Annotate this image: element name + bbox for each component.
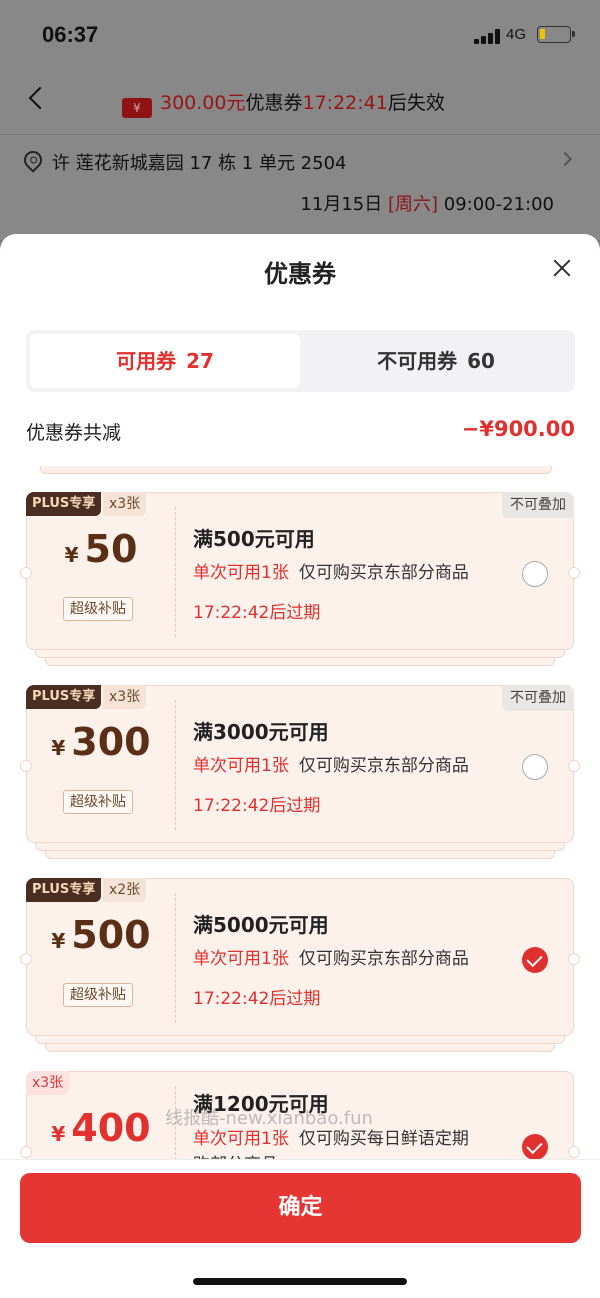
- coupon-amount: ¥300: [51, 720, 151, 764]
- coupon-select-radio-checked[interactable]: [522, 1134, 548, 1160]
- coupon-list[interactable]: PLUS专享 x3张 不可叠加 ¥50 超级补贴 满500元可用 单次可用1张仅…: [0, 466, 600, 1166]
- coupon-amount: ¥400: [51, 1106, 151, 1150]
- coupon-amount: ¥500: [51, 913, 151, 957]
- super-subsidy-tag: 超级补贴: [63, 597, 133, 621]
- address-row[interactable]: 许 莲花新城嘉园 17 栋 1 单元 2504: [0, 134, 600, 184]
- discount-total-row: 优惠券共减 −¥900.00: [26, 417, 575, 448]
- coupon-card[interactable]: PLUS专享 x3张 不可叠加 ¥300 超级补贴 满3000元可用 单次可用1…: [20, 685, 580, 859]
- coupon-card[interactable]: PLUS专享 x2张 ¥500 超级补贴 满5000元可用 单次可用1张 仅可购买…: [20, 878, 580, 1052]
- battery-icon: [537, 26, 575, 43]
- coupon-select-radio[interactable]: [522, 561, 548, 587]
- watermark-text: 线报酷-new.xianbao.fun: [165, 1108, 373, 1129]
- coupon-usage-rule: 单次可用1张 仅可购买京东部分商品: [193, 756, 469, 776]
- coupon-expiry: 17:22:42后过期: [193, 796, 321, 816]
- sheet-title: 优惠券: [264, 260, 336, 288]
- previous-coupon-edge: [40, 466, 552, 474]
- coupon-count-badge: x3张: [103, 685, 147, 709]
- coupon-threshold: 满5000元可用: [193, 913, 329, 937]
- close-icon[interactable]: [548, 254, 576, 282]
- coupon-threshold: 满500元可用: [193, 527, 315, 551]
- background-page: 06:37 4G ¥300.00元优惠券17:22:41后失效 许 莲花新城嘉园…: [0, 0, 600, 240]
- coupon-usage-rule: 单次可用1张 仅可购买京东部分商品: [193, 563, 469, 583]
- non-stackable-badge: 不可叠加: [502, 492, 574, 518]
- coupon-expiry-banner: ¥300.00元优惠券17:22:41后失效: [122, 88, 445, 118]
- non-stackable-badge: 不可叠加: [502, 685, 574, 711]
- coupon-sheet: 优惠券 可用券 27 不可用券 60 优惠券共减 −¥900.00 PLUS专享 x…: [0, 234, 600, 1298]
- coupon-count-badge: x3张: [26, 1071, 70, 1095]
- delivery-time: 11月15日 [周六] 09:00-21:00: [300, 194, 554, 215]
- coupon-expiry: 17:22:42后过期: [193, 603, 321, 623]
- network-label: 4G: [506, 26, 527, 43]
- coupon-count-badge: x3张: [103, 492, 147, 516]
- back-icon[interactable]: [28, 86, 52, 110]
- coupon-select-radio-checked[interactable]: [522, 947, 548, 973]
- coupon-select-radio[interactable]: [522, 754, 548, 780]
- coupon-count-badge: x2张: [103, 878, 147, 902]
- plus-exclusive-badge: PLUS专享: [26, 878, 102, 902]
- chevron-right-icon: [557, 151, 573, 167]
- coupon-ticket-icon: ¥: [122, 98, 152, 118]
- nav-bar: ¥300.00元优惠券17:22:41后失效: [0, 70, 600, 134]
- super-subsidy-tag: 超级补贴: [63, 983, 133, 1007]
- delivery-time-row: 11月15日 [周六] 09:00-21:00: [0, 184, 600, 234]
- confirm-button[interactable]: 确定: [20, 1173, 581, 1243]
- coupon-expiry: 17:22:42后过期: [193, 989, 321, 1009]
- coupon-tabs: 可用券 27 不可用券 60: [26, 330, 575, 392]
- discount-total-amount: −¥900.00: [461, 417, 575, 441]
- address-text: 许 莲花新城嘉园 17 栋 1 单元 2504: [52, 153, 347, 174]
- sheet-footer: 确定: [0, 1160, 600, 1298]
- coupon-usage-rule: 单次可用1张 仅可购买京东部分商品: [193, 949, 469, 969]
- plus-exclusive-badge: PLUS专享: [26, 492, 102, 516]
- super-subsidy-tag: 超级补贴: [63, 790, 133, 814]
- status-time: 06:37: [42, 22, 99, 47]
- tab-unavailable[interactable]: 不可用券 60: [301, 334, 571, 388]
- home-indicator: [193, 1278, 407, 1285]
- plus-exclusive-badge: PLUS专享: [26, 685, 102, 709]
- status-bar: 06:37 4G: [0, 0, 600, 70]
- signal-icon: [474, 28, 500, 44]
- discount-total-label: 优惠券共减: [26, 422, 122, 444]
- coupon-card[interactable]: PLUS专享 x3张 不可叠加 ¥50 超级补贴 满500元可用 单次可用1张仅…: [20, 492, 580, 666]
- location-pin-icon: [20, 147, 46, 173]
- tab-available[interactable]: 可用券 27: [30, 334, 300, 388]
- coupon-threshold: 满3000元可用: [193, 720, 329, 744]
- coupon-amount: ¥50: [64, 527, 138, 571]
